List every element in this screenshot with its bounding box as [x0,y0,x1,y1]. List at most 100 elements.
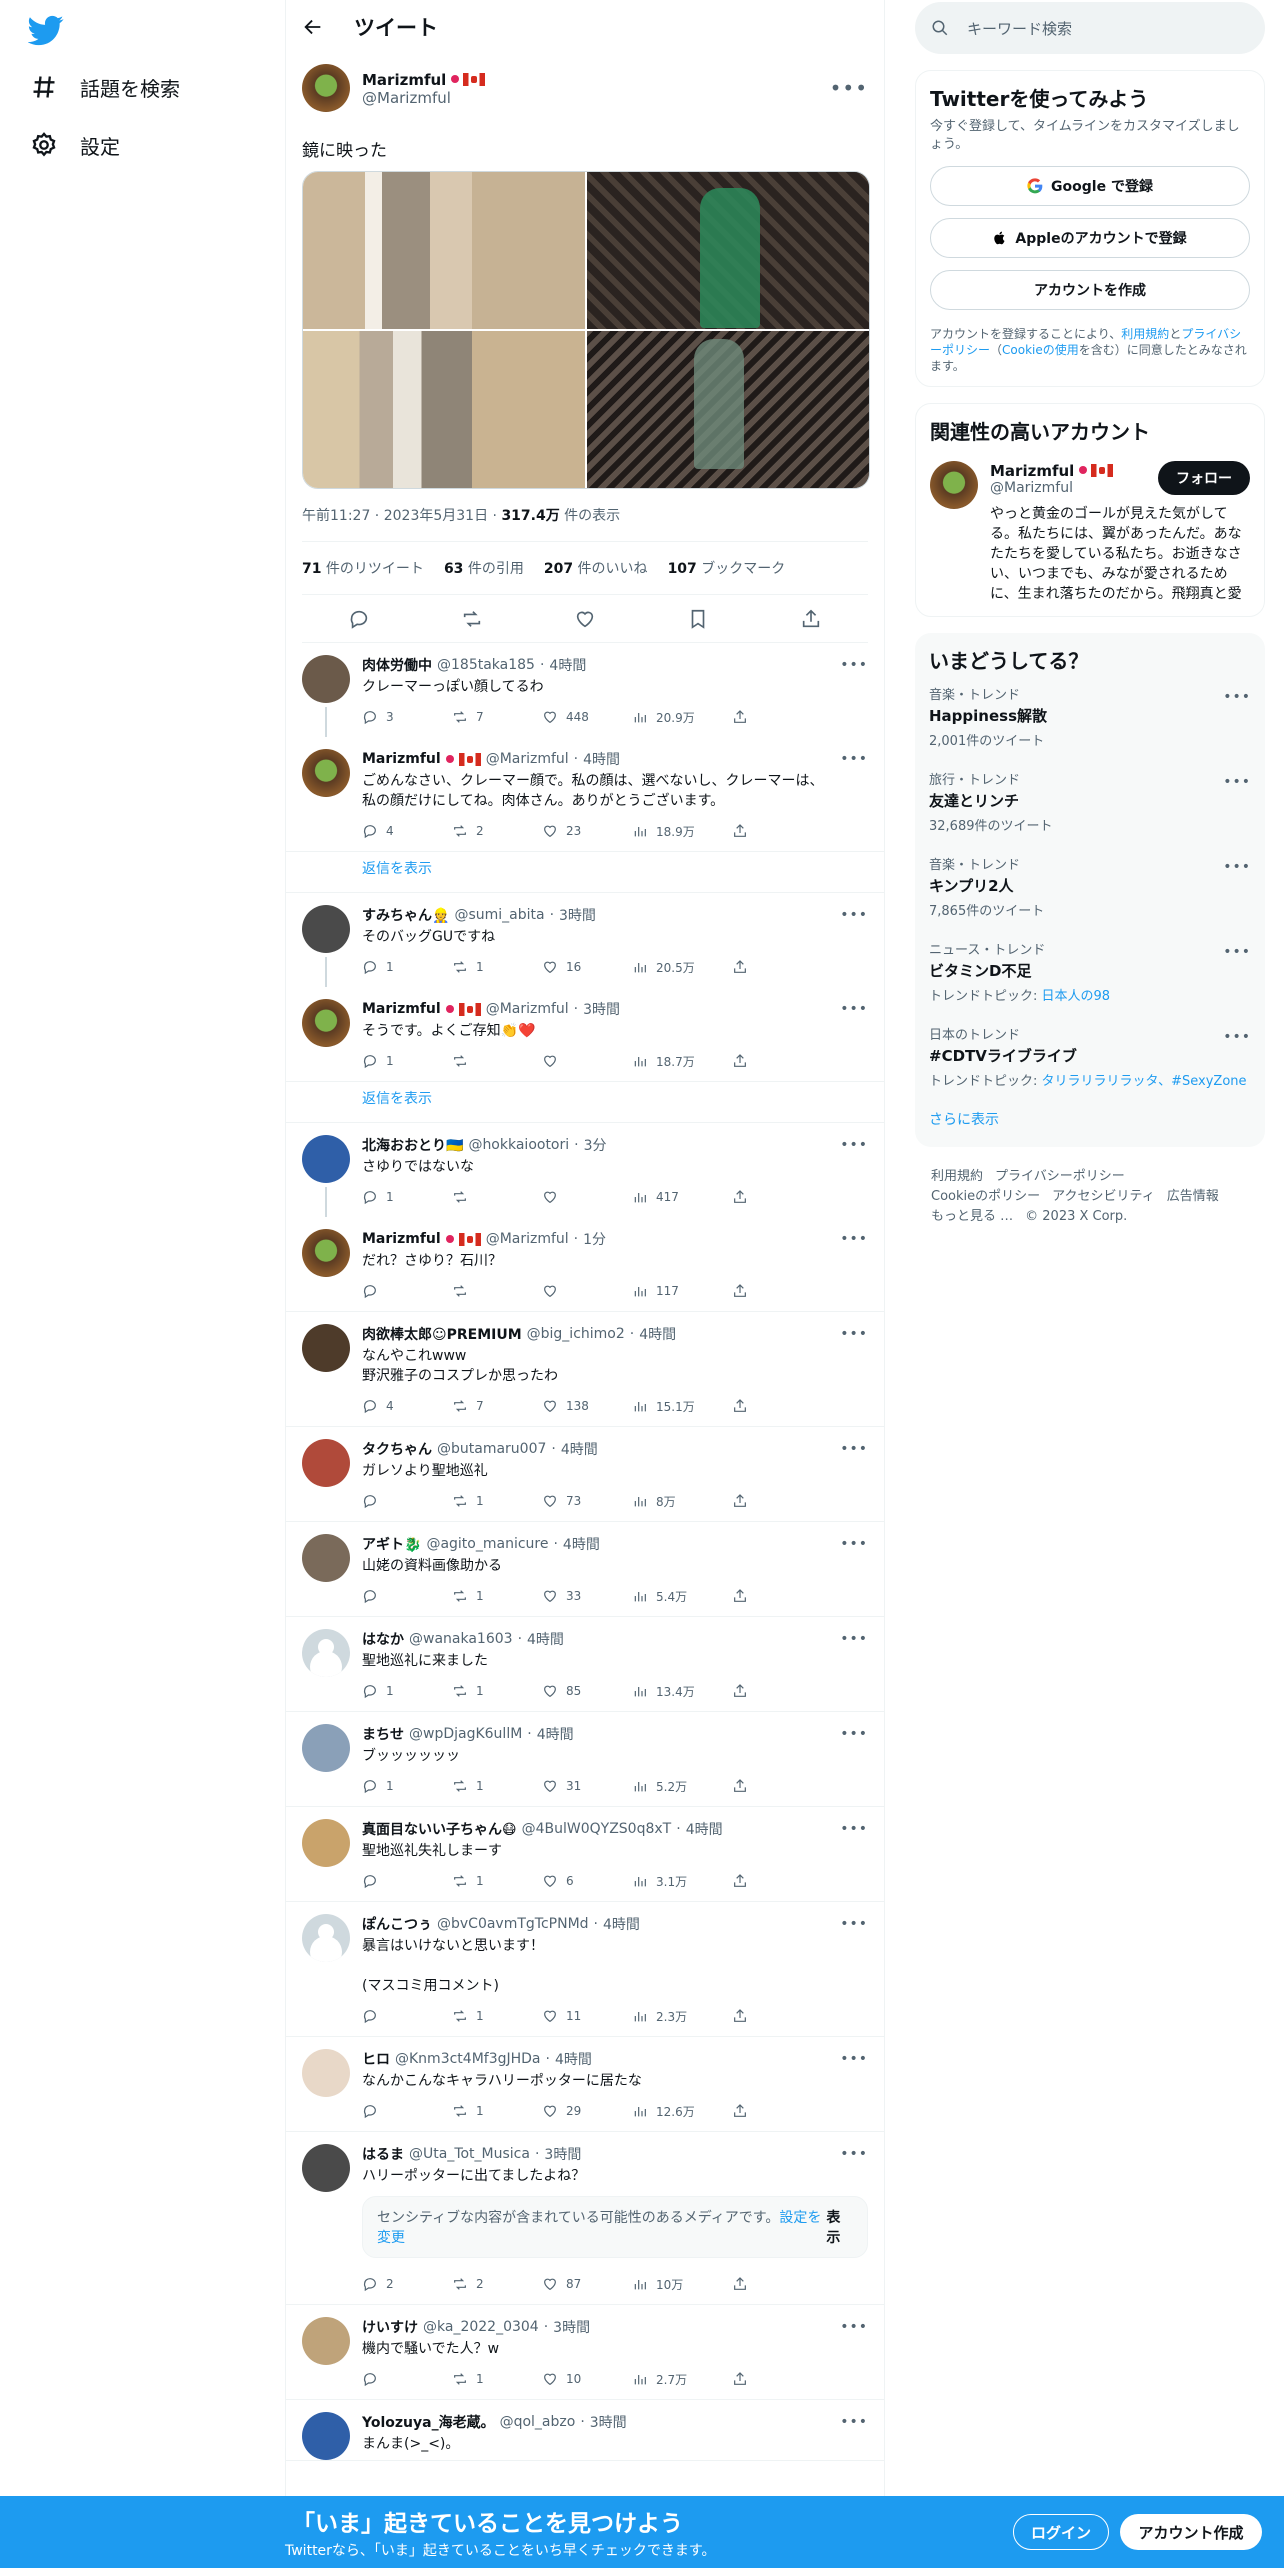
more-options-icon[interactable]: ••• [840,1822,868,1836]
avatar[interactable] [302,64,350,112]
show-replies-link[interactable]: 返信を表示 [286,1082,884,1123]
like-button[interactable] [542,1189,632,1205]
retweet-button[interactable]: 1 [452,2008,542,2024]
footer-link[interactable]: プライバシーポリシー [995,1169,1125,1184]
avatar[interactable] [302,1229,350,1277]
trend-topic-link[interactable]: 日本人の98 [1042,989,1111,1004]
reply-author-name[interactable]: けいすけ [362,2317,418,2337]
like-button[interactable]: 6 [542,1873,632,1889]
reply-tweet[interactable]: Yolozuya_海老蔵。 @qol_abzo · 3時間 ••• まんま(>_<)。 [286,2400,884,2461]
retweet-button[interactable]: 1 [452,2103,542,2119]
more-options-icon[interactable]: ••• [840,908,868,922]
reply-time[interactable]: 4時間 [527,1629,564,1649]
avatar[interactable] [302,1629,350,1677]
views-button[interactable]: 8万 [632,1493,722,1510]
more-options-icon[interactable]: ••• [840,1442,868,1456]
avatar[interactable] [302,1135,350,1183]
login-button[interactable]: ログイン [1013,2514,1109,2550]
retweet-button[interactable]: 7 [452,1398,542,1414]
show-media-button[interactable]: 表示 [826,2207,853,2247]
share-button[interactable] [732,709,822,725]
reply-author-name[interactable]: アギト🐉 [362,1534,421,1554]
like-button[interactable]: 16 [542,959,632,975]
avatar[interactable] [302,1914,350,1962]
retweet-button[interactable]: 7 [452,709,542,725]
reply-time[interactable]: 3時間 [553,2317,590,2337]
avatar[interactable] [302,2049,350,2097]
like-icon[interactable] [574,608,596,630]
more-options-icon[interactable]: ••• [840,1138,868,1152]
like-button[interactable]: 10 [542,2371,632,2387]
like-button[interactable]: 138 [542,1398,632,1414]
reply-tweet[interactable]: けいすけ @ka_2022_0304 · 3時間 ••• 機内で騒いでた人？w 1 10 2.7… [286,2305,884,2400]
media-photo-3[interactable] [303,331,585,488]
reply-tweet[interactable]: アギト🐉 @agito_manicure · 4時間 ••• 山姥の資料画像助かる 1 33 5… [286,1522,884,1617]
follow-button[interactable]: フォロー [1158,461,1250,495]
reply-author-handle[interactable]: @hokkaiootori [468,1137,569,1153]
reply-author-name[interactable]: 肉欲棒太郎☺PREMIUM [362,1324,522,1344]
trend-topic-link[interactable]: タリラリラリラッタ、#SexyZone [1042,1074,1247,1089]
retweet-button[interactable]: 1 [452,1873,542,1889]
reply-tweet[interactable]: 肉体労働中 @185taka185 · 4時間 ••• クレーマーっぽい顔してるわ 3 7 44… [286,643,884,737]
like-button[interactable]: 448 [542,709,632,725]
reply-author-handle[interactable]: @185taka185 [437,657,535,673]
share-button[interactable] [732,1398,822,1414]
avatar[interactable] [302,1439,350,1487]
reply-button[interactable]: 1 [362,1189,452,1205]
reply-button[interactable] [362,2103,452,2119]
reply-button[interactable]: 3 [362,709,452,725]
reply-author-name[interactable]: まちせ [362,1724,404,1744]
footer-link[interactable]: Cookieのポリシー [931,1189,1040,1204]
avatar[interactable] [302,905,350,953]
footer-link[interactable]: 利用規約 [931,1169,983,1184]
reply-time[interactable]: 3分 [584,1135,607,1155]
retweet-button[interactable] [452,1053,542,1069]
reply-tweet[interactable]: はなか @wanaka1603 · 4時間 ••• 聖地巡礼に来ました 1 1 85 13.4万 [286,1617,884,1712]
reply-author-name[interactable]: はるま [362,2144,404,2164]
views-button[interactable]: 18.9万 [632,823,722,840]
author-name[interactable]: Marizmful [362,71,446,89]
reply-time[interactable]: 1分 [583,1229,606,1249]
views-button[interactable]: 18.7万 [632,1053,722,1070]
views-button[interactable]: 417 [632,1189,722,1205]
reply-author-name[interactable]: Yolozuya_海老蔵。 [362,2412,495,2432]
avatar[interactable] [302,2317,350,2365]
retweet-button[interactable]: 1 [452,2371,542,2387]
avatar[interactable] [302,1534,350,1582]
like-button[interactable]: 73 [542,1493,632,1509]
retweet-button[interactable]: 1 [452,1493,542,1509]
relevant-handle[interactable]: @Marizmful [990,480,1113,496]
media-photo-4[interactable] [587,331,869,488]
share-button[interactable] [732,959,822,975]
reply-time[interactable]: 3時間 [583,999,620,1019]
reply-button[interactable] [362,1873,452,1889]
reply-author-handle[interactable]: @Marizmful [486,1231,569,1247]
views-button[interactable]: 15.1万 [632,1398,722,1415]
reply-author-handle[interactable]: @bvC0avmTgTcPNMd [437,1916,589,1932]
retweet-button[interactable]: 2 [452,823,542,839]
share-button[interactable] [732,2008,822,2024]
reply-author-name[interactable]: ヒロ [362,2049,390,2069]
reply-author-name[interactable]: Marizmful [362,1001,441,1017]
like-button[interactable]: 31 [542,1778,632,1794]
avatar[interactable] [302,655,350,703]
retweet-button[interactable]: 2 [452,2276,542,2292]
avatar[interactable] [302,1324,350,1372]
trend-item[interactable]: 旅行・トレンド 友達とリンチ 32,689件のツイート ••• [929,759,1251,844]
apple-signup-button[interactable]: Appleのアカウントで登録 [930,218,1250,258]
more-options-icon[interactable]: ••• [840,1537,868,1551]
more-options-icon[interactable]: ••• [1223,860,1251,874]
share-button[interactable] [732,1493,822,1509]
like-button[interactable]: 11 [542,2008,632,2024]
like-button[interactable]: 87 [542,2276,632,2292]
reply-author-handle[interactable]: @Marizmful [486,751,569,767]
more-options-icon[interactable]: ••• [840,2052,868,2066]
reply-time[interactable]: 4時間 [639,1324,676,1344]
like-button[interactable] [542,1053,632,1069]
twitter-logo-icon[interactable] [28,12,64,48]
reply-button[interactable]: 2 [362,2276,452,2292]
like-button[interactable]: 33 [542,1588,632,1604]
views-button[interactable]: 5.2万 [632,1778,722,1795]
reply-author-name[interactable]: タクちゃん [362,1439,432,1459]
media-photo-1[interactable] [303,172,585,329]
